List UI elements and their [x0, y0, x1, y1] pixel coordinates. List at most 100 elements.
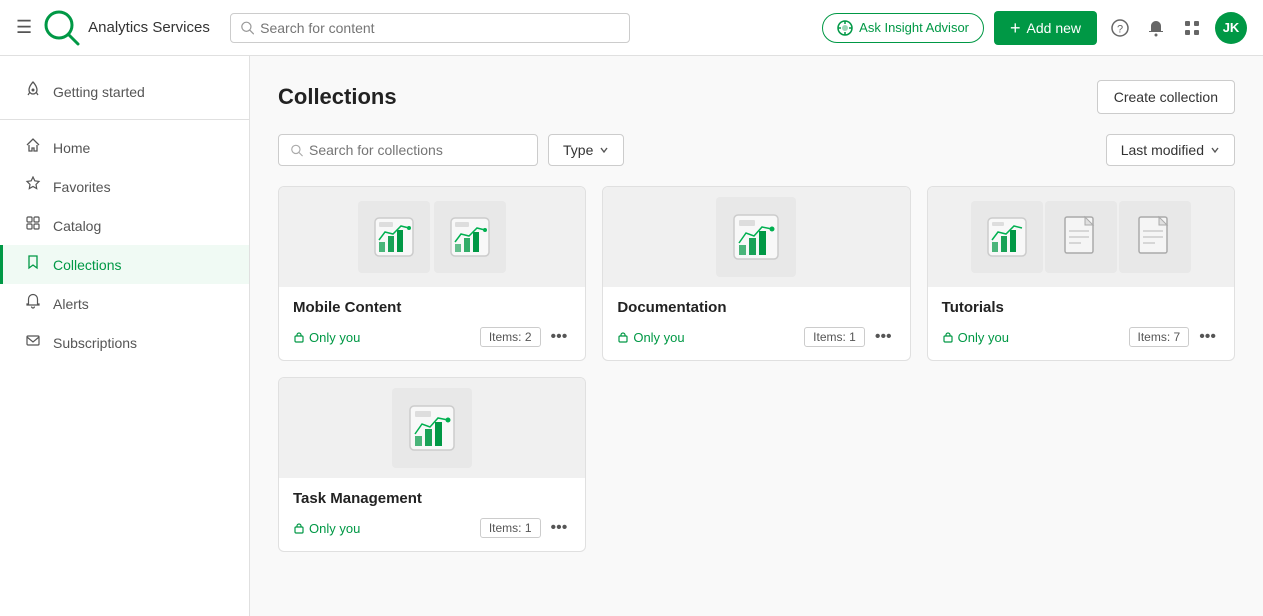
global-search-bar[interactable]: [230, 13, 630, 43]
document-icon-1: [1061, 215, 1101, 259]
app-title: Analytics Services: [88, 19, 210, 36]
items-badge: Items: 7: [1129, 327, 1190, 347]
chart-app-icon: [371, 214, 417, 260]
main-layout: Getting started Home Favorites: [0, 56, 1263, 616]
card-privacy: Only you: [617, 330, 684, 345]
cards-grid: Mobile Content Only you Items: 2 •••: [278, 186, 1235, 552]
sidebar-item-alerts[interactable]: Alerts: [0, 284, 249, 323]
apps-grid-button[interactable]: [1179, 15, 1205, 41]
qlik-logo-icon: [44, 10, 80, 46]
alerts-bell-icon: [23, 293, 43, 314]
collection-card-documentation[interactable]: Documentation Only you Items: 1 •••: [602, 186, 910, 361]
sidebar-item-getting-started[interactable]: Getting started: [0, 72, 249, 111]
collection-search-bar[interactable]: [278, 134, 538, 166]
last-modified-button[interactable]: Last modified: [1106, 134, 1235, 166]
document-icon-2: [1135, 215, 1175, 259]
more-options-button[interactable]: •••: [547, 517, 572, 539]
chart-icon-tutorials: [984, 214, 1030, 260]
card-preview: [279, 378, 585, 478]
card-title: Task Management: [293, 490, 571, 507]
more-options-button[interactable]: •••: [547, 326, 572, 348]
sidebar: Getting started Home Favorites: [0, 56, 250, 616]
sidebar-item-home[interactable]: Home: [0, 128, 249, 167]
home-icon: [23, 137, 43, 158]
create-collection-button[interactable]: Create collection: [1097, 80, 1235, 114]
bookmark-icon: [23, 254, 43, 275]
items-badge: Items: 2: [480, 327, 541, 347]
lock-icon: [617, 331, 629, 343]
card-title: Mobile Content: [293, 299, 571, 316]
card-meta: Items: 1 •••: [804, 326, 896, 348]
user-avatar[interactable]: JK: [1215, 12, 1247, 44]
sidebar-item-label: Favorites: [53, 179, 111, 195]
sidebar-item-subscriptions[interactable]: Subscriptions: [0, 323, 249, 362]
card-preview: [603, 187, 909, 287]
card-footer: Only you Items: 2 •••: [293, 326, 571, 348]
card-footer: Only you Items: 1 •••: [293, 517, 571, 539]
collections-header: Collections Create collection: [278, 80, 1235, 114]
notifications-button[interactable]: [1143, 15, 1169, 41]
logo-area: Analytics Services: [44, 10, 210, 46]
sidebar-item-label: Getting started: [53, 84, 145, 100]
sidebar-item-catalog[interactable]: Catalog: [0, 206, 249, 245]
card-body: Documentation Only you Items: 1 •••: [603, 287, 909, 360]
card-preview: [928, 187, 1234, 287]
top-navigation: ☰ Analytics Services Ask Insight Advisor: [0, 0, 1263, 56]
card-footer: Only you Items: 7 •••: [942, 326, 1220, 348]
card-title: Documentation: [617, 299, 895, 316]
filters-row: Type Last modified: [278, 134, 1235, 166]
card-meta: Items: 7 •••: [1129, 326, 1221, 348]
card-title: Tutorials: [942, 299, 1220, 316]
items-badge: Items: 1: [480, 518, 541, 538]
preview-doc-2: [1119, 201, 1191, 273]
global-search-input[interactable]: [260, 20, 619, 36]
collection-search-icon: [291, 144, 303, 157]
card-body: Task Management Only you Items: 1 •••: [279, 478, 585, 551]
sidebar-item-label: Collections: [53, 257, 121, 273]
collection-card-mobile-content[interactable]: Mobile Content Only you Items: 2 •••: [278, 186, 586, 361]
preview-single: [716, 197, 796, 277]
plus-icon: +: [1010, 19, 1021, 37]
page-title: Collections: [278, 84, 397, 110]
envelope-icon: [23, 332, 43, 353]
items-badge: Items: 1: [804, 327, 865, 347]
chart-single-icon: [730, 211, 782, 263]
card-privacy: Only you: [293, 330, 360, 345]
catalog-icon: [23, 215, 43, 236]
chart-app-icon-2: [447, 214, 493, 260]
sidebar-divider: [0, 119, 249, 120]
card-privacy: Only you: [293, 521, 360, 536]
lock-icon: [293, 522, 305, 534]
search-icon: [241, 21, 254, 35]
more-options-button[interactable]: •••: [1195, 326, 1220, 348]
collection-search-input[interactable]: [309, 142, 525, 158]
more-options-button[interactable]: •••: [871, 326, 896, 348]
help-button[interactable]: ?: [1107, 15, 1133, 41]
bell-icon: [1147, 19, 1165, 37]
svg-text:?: ?: [1117, 23, 1123, 35]
preview-chart: [971, 201, 1043, 273]
add-new-button[interactable]: + Add new: [994, 11, 1097, 45]
card-preview: [279, 187, 585, 287]
grid-icon: [1183, 19, 1201, 37]
sidebar-item-collections[interactable]: Collections: [0, 245, 249, 284]
preview-item-2: [434, 201, 506, 273]
sidebar-item-label: Alerts: [53, 296, 89, 312]
preview-single-task: [392, 388, 472, 468]
sidebar-item-favorites[interactable]: Favorites: [0, 167, 249, 206]
card-body: Mobile Content Only you Items: 2 •••: [279, 287, 585, 360]
sidebar-item-label: Home: [53, 140, 90, 156]
type-filter-button[interactable]: Type: [548, 134, 624, 166]
sort-chevron-down-icon: [1210, 145, 1220, 155]
rocket-icon: [23, 81, 43, 102]
card-body: Tutorials Only you Items: 7 •••: [928, 287, 1234, 360]
collection-card-task-management[interactable]: Task Management Only you Items: 1 •••: [278, 377, 586, 552]
sidebar-item-label: Subscriptions: [53, 335, 137, 351]
sidebar-item-label: Catalog: [53, 218, 101, 234]
hamburger-menu[interactable]: ☰: [16, 17, 32, 38]
collection-card-tutorials[interactable]: Tutorials Only you Items: 7 •••: [927, 186, 1235, 361]
lock-icon: [942, 331, 954, 343]
star-icon: [23, 176, 43, 197]
card-meta: Items: 1 •••: [480, 517, 572, 539]
ask-advisor-button[interactable]: Ask Insight Advisor: [822, 13, 984, 43]
